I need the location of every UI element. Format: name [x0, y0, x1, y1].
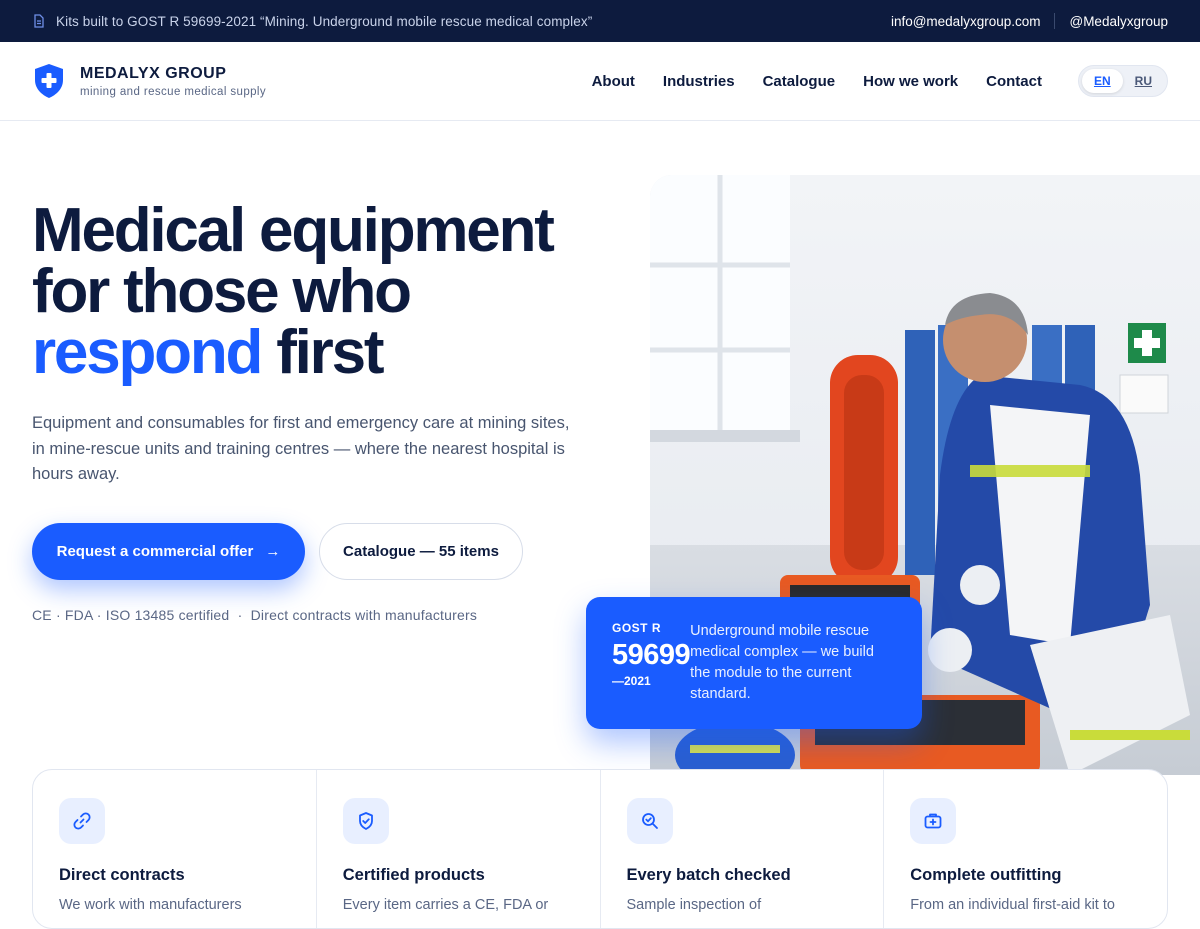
hero-title: Medical equipment for those who respond … [32, 200, 612, 384]
request-offer-button[interactable]: Request a commercial offer → [32, 523, 305, 580]
lang-en-button[interactable]: EN [1081, 69, 1123, 93]
feature-batch-checked: Every batch checked Sample inspection of [601, 770, 885, 928]
social-handle-link[interactable]: @Medalyxgroup [1069, 14, 1168, 29]
gost-year: —2021 [612, 674, 651, 688]
nav-contact[interactable]: Contact [986, 73, 1042, 90]
catalogue-button[interactable]: Catalogue — 55 items [319, 523, 523, 580]
hero-title-accent: respond [32, 318, 263, 387]
hero-title-line1: Medical equipment [32, 196, 555, 265]
arrow-right-icon: → [265, 543, 281, 560]
hero-lead: Equipment and consumables for first and … [32, 414, 570, 483]
search-icon [626, 798, 673, 844]
gost-label: GOST R [612, 621, 662, 635]
feature-text: We work with manufacturers [59, 897, 242, 913]
feature-title: Certified products [342, 866, 485, 884]
top-bar: Kits built to GOST R 59699-2021 “Mining.… [0, 0, 1200, 42]
gost-card: GOST R 59699 —2021 Underground mobile re… [586, 597, 922, 729]
nav-how-we-work[interactable]: How we work [863, 73, 958, 90]
medkit-icon [910, 798, 957, 844]
nav-catalogue[interactable]: Catalogue [763, 73, 836, 90]
lang-ru-button[interactable]: RU [1123, 69, 1164, 93]
logo[interactable]: MEDALYX GROUP mining and rescue medical … [32, 63, 266, 99]
gost-number: 59699 [612, 639, 691, 671]
request-offer-label: Request a commercial offer [56, 543, 254, 560]
shield-cross-icon [35, 64, 63, 98]
feature-text: Sample inspection of [626, 897, 762, 913]
hero-title-end: first [261, 318, 384, 387]
catalogue-label: Catalogue — 55 items [343, 543, 499, 560]
email-link[interactable]: info@medalyxgroup.com [891, 14, 1041, 29]
document-icon [34, 14, 44, 28]
certifications-line: CE · FDA · ISO 13485 certified · Direct … [32, 607, 478, 623]
language-switcher: EN RU [1077, 65, 1168, 97]
brand-name: MEDALYX GROUP [80, 64, 227, 82]
feature-complete-outfitting: Complete outfitting From an individual f… [884, 770, 1167, 928]
feature-title: Every batch checked [626, 866, 791, 884]
feature-direct-contracts: Direct contracts We work with manufactur… [33, 770, 317, 928]
feature-certified-products: Certified products Every item carries a … [317, 770, 601, 928]
feature-text: Every item carries a CE, FDA or [342, 897, 549, 913]
nav-about[interactable]: About [592, 73, 635, 90]
link-icon [59, 798, 105, 844]
site-header: MEDALYX GROUP mining and rescue medical … [0, 42, 1200, 121]
main-nav: About Industries Catalogue How we work C… [564, 65, 1168, 97]
feature-title: Complete outfitting [910, 866, 1062, 884]
hero-title-line2: for those who [32, 257, 412, 326]
feature-text: From an individual first-aid kit to [910, 897, 1115, 913]
shield-check-icon [342, 798, 389, 844]
divider [1054, 13, 1056, 29]
gost-notice: Kits built to GOST R 59699-2021 “Mining.… [56, 13, 593, 29]
features-strip: Direct contracts We work with manufactur… [32, 769, 1168, 929]
brand-tagline: mining and rescue medical supply [80, 85, 267, 98]
nav-industries[interactable]: Industries [663, 73, 735, 90]
gost-description: Underground mobile rescue medical comple… [690, 623, 874, 702]
feature-title: Direct contracts [59, 866, 185, 884]
